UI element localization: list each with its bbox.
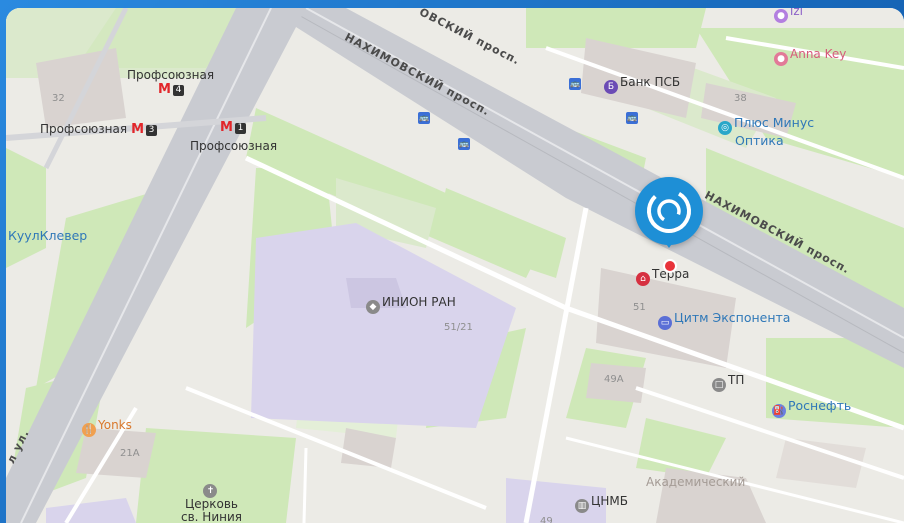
poi-church[interactable]: ✝ Церковь св. Ниния — [181, 480, 242, 523]
bank-icon: Б — [604, 80, 618, 94]
poi-kuulklever[interactable]: КуулКлевер — [8, 228, 87, 243]
location-pin-icon[interactable] — [635, 177, 703, 245]
poi-name: Академический — [646, 475, 746, 489]
poi-izi[interactable]: ● izi — [774, 8, 803, 23]
metro-icon: М — [220, 120, 233, 135]
fuel-icon: ⛽ — [772, 404, 786, 418]
poi-tp[interactable]: □ ТП — [712, 373, 744, 392]
metro-line-badge: 3 — [146, 125, 158, 136]
beauty-icon: ● — [774, 52, 788, 66]
metro-label-profsoyuznaya-top[interactable]: Профсоюзная — [127, 68, 214, 82]
poi-name: КуулКлевер — [8, 228, 88, 243]
metro-marker-top[interactable]: М4 — [154, 82, 184, 97]
metro-line-badge: 4 — [172, 85, 184, 96]
poi-name: Плюс Минус — [734, 115, 815, 130]
poi-name-line2: Оптика — [735, 133, 784, 148]
poi-akademichesky[interactable]: Академический — [646, 475, 745, 489]
metro-label-profsoyuznaya-bottom[interactable]: Профсоюзная — [190, 139, 277, 153]
map-view[interactable]: ОВСКИЙ просп. НАХИМОВСКИЙ просп. НАХИМОВ… — [6, 8, 904, 523]
metro-icon: М — [131, 122, 145, 137]
poi-name: ТП — [728, 373, 745, 387]
poi-yonks[interactable]: 🍴 Yonks — [82, 418, 132, 437]
poi-name-line2: св. Ниния — [181, 510, 242, 523]
bus-stop-icon[interactable]: 🚌 — [458, 138, 470, 150]
poi-bank-psb[interactable]: Б Банк ПСБ — [604, 75, 680, 94]
poi-name: Anna Key — [790, 47, 847, 61]
shop-icon: ● — [774, 9, 788, 23]
metro-name: Профсоюзная — [190, 139, 278, 153]
house-number: 51 — [633, 302, 646, 313]
poi-citm-exponenta[interactable]: ▭ Цитм Экспонента — [658, 310, 790, 330]
poi-name: Yonks — [98, 418, 132, 432]
poi-rosneft[interactable]: ⛽ Роснефть — [772, 398, 851, 418]
poi-anna-key[interactable]: ● Anna Key — [774, 47, 846, 66]
location-pin-tail — [662, 238, 676, 248]
metro-name: Профсоюзная — [127, 68, 215, 82]
substation-icon: □ — [712, 378, 726, 392]
house-number: 49А — [604, 374, 624, 385]
poi-inion-ran[interactable]: ◆ ИНИОН РАН — [366, 295, 456, 314]
education-icon: ▭ — [658, 316, 672, 330]
map-base-layer — [6, 8, 904, 523]
poi-cnmb[interactable]: ▥ ЦНМБ — [575, 494, 628, 513]
poi-name: izi — [790, 8, 803, 18]
poi-name: Роснефть — [788, 398, 852, 413]
poi-name: Банк ПСБ — [620, 75, 681, 89]
metro-line-badge: 1 — [234, 123, 246, 134]
app-frame: ОВСКИЙ просп. НАХИМОВСКИЙ просп. НАХИМОВ… — [0, 0, 904, 523]
location-dot-icon — [663, 259, 677, 273]
house-number: 49 — [540, 516, 553, 523]
bus-stop-icon[interactable]: 🚌 — [418, 112, 430, 124]
metro-marker-bottom[interactable]: М1 — [216, 120, 246, 135]
poi-name: ИНИОН РАН — [382, 295, 456, 309]
poi-terra[interactable]: ⌂ Терра — [636, 267, 689, 286]
metro-name: Профсоюзная — [40, 122, 128, 136]
metro-label-profsoyuznaya-left[interactable]: Профсоюзная М 3 — [40, 122, 158, 137]
optics-icon: ◎ — [718, 121, 732, 135]
poi-name: ЦНМБ — [591, 494, 628, 508]
metro-icon: М — [158, 82, 171, 97]
pin-logo-icon — [647, 189, 691, 233]
institute-icon: ◆ — [366, 300, 380, 314]
poi-plus-minus-optika[interactable]: ◎ Плюс Минус Оптика — [718, 115, 815, 148]
house-number: 51/21 — [444, 322, 473, 333]
church-icon: ✝ — [203, 484, 218, 498]
bus-stop-icon[interactable]: 🚌 — [569, 78, 581, 90]
home-icon: ⌂ — [636, 272, 650, 286]
restaurant-icon: 🍴 — [82, 423, 96, 437]
bus-stop-icon[interactable]: 🚌 — [626, 112, 638, 124]
house-number: 32 — [52, 93, 65, 104]
library-icon: ▥ — [575, 499, 589, 513]
house-number: 21А — [120, 448, 140, 459]
house-number: 38 — [734, 93, 747, 104]
poi-name: Церковь — [184, 497, 239, 511]
poi-name: Цитм Экспонента — [674, 310, 791, 325]
